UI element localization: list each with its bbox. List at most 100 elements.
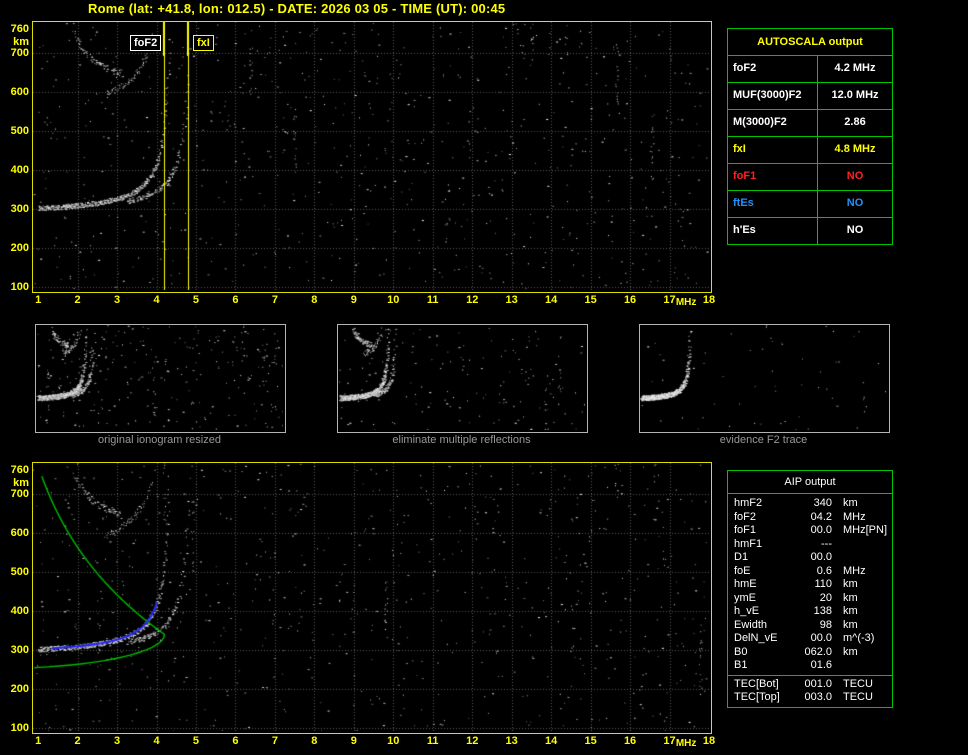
table-row: ymE 20 km xyxy=(728,592,892,606)
y-axis-tick: 400 xyxy=(10,604,29,617)
param-value: NO xyxy=(846,224,864,236)
x-axis-tick: 5 xyxy=(192,735,200,747)
param-value: 12.0 MHz xyxy=(831,89,879,101)
y-axis-tick: 100 xyxy=(10,281,29,294)
y-axis-tick: 600 xyxy=(10,526,29,539)
param-label: hmF2 xyxy=(734,497,763,509)
param-unit: km xyxy=(843,497,858,509)
param-label: ymE xyxy=(734,591,756,604)
table-row: B1 01.6 xyxy=(728,659,892,673)
param-unit xyxy=(832,551,892,565)
param-unit: km xyxy=(843,591,858,604)
ionogram-plot-top: foF2 fxI xyxy=(32,21,712,293)
x-axis-tick: 6 xyxy=(232,294,239,306)
param-unit xyxy=(832,538,892,552)
table-row: TEC[Bot] 001.0 TECU xyxy=(728,678,892,692)
table-row: ftEs NO xyxy=(728,191,892,218)
param-label: foE xyxy=(734,564,751,577)
param-label: hmE xyxy=(734,578,757,590)
y-axis-tick: 200 xyxy=(10,242,29,255)
param-unit: km xyxy=(843,605,858,617)
table-row: DelN_vE 00.0 m^(-3) xyxy=(728,632,892,646)
x-axis-tick: 15 xyxy=(584,294,597,306)
x-axis-tick: 12 xyxy=(466,294,479,306)
y-axis-tick: 760 xyxy=(10,23,29,36)
x-axis-tick: 11 xyxy=(426,735,439,747)
table-row: foF1 00.0 MHz [PN] xyxy=(728,524,892,538)
aip-table-rows: hmF2 340 km foF2 04.2 MHz foF1 00.0 MHz [PN] hmF1-… xyxy=(728,494,892,675)
thumbnail-caption-f2trace: evidence F2 trace xyxy=(719,434,808,446)
thumbnail-multiple-reflections xyxy=(337,324,588,433)
x-axis-tick: 14 xyxy=(545,735,558,747)
table-row: fxI 4.8 MHz xyxy=(728,137,892,164)
x-axis-tick: 16 xyxy=(623,294,637,306)
x-axis-tick: 1 xyxy=(35,735,42,747)
thumbnail-canvas-reflections xyxy=(338,325,585,430)
y-axis-tick: 400 xyxy=(10,163,29,176)
thumbnail-caption-original: original ionogram resized xyxy=(98,434,221,446)
param-value: 0.6 xyxy=(816,564,832,577)
x-axis-tick: 5 xyxy=(192,294,200,306)
table-row: M(3000)F2 2.86 xyxy=(728,110,892,137)
ionogram-plot-bottom xyxy=(32,462,712,734)
param-label: ftEs xyxy=(728,191,818,217)
param-note: [PN] xyxy=(865,524,888,536)
param-value: 4.2 MHz xyxy=(834,62,876,74)
x-axis-tick: 8 xyxy=(311,294,318,306)
param-label: hmF1 xyxy=(734,537,763,550)
x-axis-tick: 9 xyxy=(350,735,357,747)
param-label: h_vE xyxy=(734,605,760,617)
table-row: hmE 110 km xyxy=(728,578,892,592)
table-row: h'Es NO xyxy=(728,218,892,244)
y-axis-tick: 500 xyxy=(10,565,29,578)
param-label: foF2 xyxy=(734,510,757,523)
x-axis-tick: 15 xyxy=(584,735,597,747)
x-axis-tick: 12 xyxy=(466,735,479,747)
autoscala-table-header: AUTOSCALA output xyxy=(728,29,892,56)
param-label: DelN_vE xyxy=(734,632,778,644)
x-axis-tick: 7 xyxy=(271,735,278,747)
param-label: B0 xyxy=(734,645,748,658)
x-axis-tick: 3 xyxy=(113,294,121,306)
table-row: Ewidth 98 km xyxy=(728,619,892,633)
fxi-marker-label: fxI xyxy=(193,35,214,51)
y-axis-tick: 200 xyxy=(10,683,29,696)
param-value: 20 xyxy=(819,591,832,604)
param-value: NO xyxy=(846,197,864,209)
x-axis-tick: 9 xyxy=(350,294,357,306)
y-axis-tick: 700 xyxy=(10,46,29,59)
thumbnail-original-ionogram xyxy=(35,324,286,433)
x-axis-unit-label: MHz xyxy=(675,738,697,749)
param-unit: MHz xyxy=(843,564,866,577)
y-axis-tick: 600 xyxy=(10,85,29,98)
param-unit: MHz xyxy=(843,524,866,536)
thumbnail-f2-trace xyxy=(639,324,890,433)
table-row: h_vE 138 km xyxy=(728,605,892,619)
x-axis-unit-label: MHz xyxy=(675,297,697,308)
param-unit: km xyxy=(843,578,858,590)
param-unit xyxy=(832,659,892,673)
param-label: foF1 xyxy=(734,524,757,536)
param-unit: TECU xyxy=(843,677,873,690)
param-label: B1 xyxy=(734,659,748,671)
param-label: M(3000)F2 xyxy=(728,110,818,136)
aip-tec-rows: TEC[Bot] 001.0 TECU TEC[Top] 003.0 TECU xyxy=(728,674,892,707)
param-value: 138 xyxy=(813,605,832,617)
param-value: 001.0 xyxy=(804,677,832,690)
table-row: foF2 4.2 MHz xyxy=(728,56,892,83)
param-value: NO xyxy=(846,170,864,182)
param-value: 110 xyxy=(814,578,832,590)
fof2-marker-label: foF2 xyxy=(130,35,162,51)
aip-table-header: AIP output xyxy=(728,471,892,494)
x-axis-tick: 11 xyxy=(426,294,439,306)
x-axis-tick: 10 xyxy=(387,294,400,306)
param-label: D1 xyxy=(734,551,749,563)
x-axis-tick: 8 xyxy=(311,735,318,747)
param-unit: km xyxy=(843,618,858,631)
param-value: --- xyxy=(821,537,832,550)
x-axis-tick: 13 xyxy=(505,735,518,747)
table-row: D1 00.0 xyxy=(728,551,892,565)
x-axis-tick: 10 xyxy=(387,735,400,747)
x-axis-tick: 4 xyxy=(153,294,160,306)
param-value: 00.0 xyxy=(810,551,832,563)
